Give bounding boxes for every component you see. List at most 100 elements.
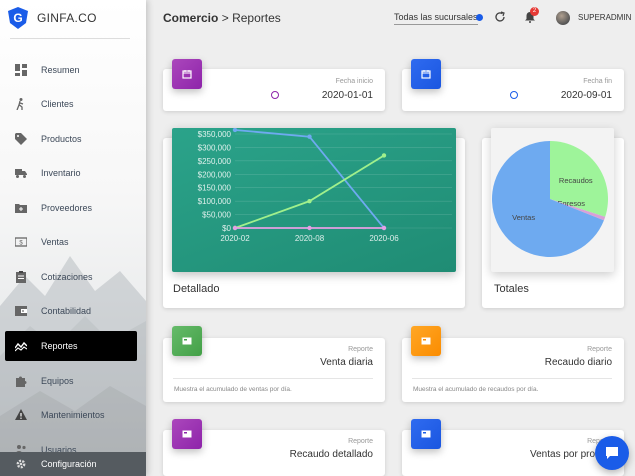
series-point-0 [307,134,312,139]
start-date-radio[interactable] [271,91,279,99]
wallet-icon [15,306,27,316]
report-tile-green [172,326,202,356]
x-tick-label: 2020-02 [220,234,250,243]
y-tick-label: $0 [222,224,231,233]
series-point-1 [381,153,387,158]
pie-chart: RecaudosEgresosVentas [492,141,608,257]
sidebar-item-label: Mantenimientos [41,410,105,420]
report-divider [173,378,373,379]
sidebar-item-productos[interactable]: Productos [5,124,137,154]
report-title: Recaudo detallado [289,449,373,460]
start-date-value[interactable]: 2020-01-01 [322,90,373,101]
sidebar: G GINFA.CO Resumen Clientes Productos In… [0,0,146,476]
x-tick-label: 2020-08 [295,234,325,243]
end-date-value[interactable]: 2020-09-01 [561,90,612,101]
truck-icon [15,169,27,178]
breadcrumb-root[interactable]: Comercio [163,11,218,25]
report-tile-blue [411,419,441,449]
report-title: Venta diaria [320,357,373,368]
brand-name: GINFA.CO [37,11,97,25]
series-point-2 [232,225,238,231]
sidebar-item-label: Clientes [41,99,74,109]
series-line-0 [234,129,385,229]
series-line-1 [234,154,385,229]
notification-badge: 2 [530,7,539,16]
y-tick-label: $200,000 [198,170,232,179]
start-date-tile [172,59,202,89]
y-tick-label: $150,000 [198,184,232,193]
branch-selector[interactable]: Todas las sucursales [394,12,478,25]
end-date-label: Fecha fin [583,78,612,85]
brand-logo-letter: G [13,11,22,25]
sidebar-item-contabilidad[interactable]: Contabilidad [5,296,137,326]
breadcrumb-page: Reportes [232,11,281,25]
sidebar-item-reportes[interactable]: Reportes [5,331,137,361]
report-card-icon [421,337,431,345]
report-card-icon [182,430,192,438]
report-label: Reporte [587,346,612,353]
sidebar-item-label: Proveedores [41,203,93,213]
x-tick-label: 2020-06 [369,234,399,243]
sidebar-item-proveedores[interactable]: Proveedores [5,193,137,223]
sidebar-item-label: Resumen [41,65,80,75]
sidebar-item-label: Cotizaciones [41,272,93,282]
sidebar-item-equipos[interactable]: Equipos [5,366,137,396]
sidebar-item-label: Productos [41,134,82,144]
sidebar-item-mantenimientos[interactable]: Mantenimientos [5,400,137,430]
report-label: Reporte [348,438,373,445]
sidebar-item-label: Ventas [41,237,69,247]
breadcrumb: Comercio > Reportes [163,11,281,25]
warning-icon [15,409,27,420]
totals-chart-title: Totales [494,283,529,295]
sidebar-item-label: Inventario [41,168,81,178]
pie-label-recaudos: Recaudos [559,176,593,185]
dashboard-icon [15,64,27,76]
y-tick-label: $250,000 [198,157,232,166]
folder-plus-icon [15,204,27,213]
y-tick-label: $100,000 [198,197,232,206]
report-label: Reporte [348,346,373,353]
chat-button[interactable] [595,436,629,470]
calendar-icon [182,70,192,79]
end-date-tile [411,59,441,89]
report-tile-purple [172,419,202,449]
gear-icon [16,459,26,469]
detail-chart-panel: $0 $50,000 $100,000 $150,000 $200,000 $250,00… [172,127,456,272]
report-title: Recaudo diario [544,357,612,368]
calendar-icon [421,70,431,79]
sidebar-item-cotizaciones[interactable]: Cotizaciones [5,262,137,292]
breadcrumb-separator: > [221,11,229,25]
brand-logo-icon: G [8,7,28,29]
series-point-1 [307,198,312,204]
report-description: Muestra el acumulado de recaudos por día… [413,386,539,393]
pie-label-ventas: Ventas [512,213,535,222]
clipboard-icon [16,271,26,283]
report-tile-orange [411,326,441,356]
chat-bubble-icon [606,447,618,459]
avatar[interactable] [556,11,570,25]
sidebar-item-label: Reportes [41,341,78,351]
sidebar-item-clientes[interactable]: Clientes [5,89,137,119]
branch-status-dot [476,14,483,21]
start-date-label: Fecha inicio [335,78,373,85]
sidebar-item-ventas[interactable]: $ Ventas [5,227,137,257]
user-name[interactable]: SUPERADMIN [578,13,631,22]
tag-icon [15,133,27,145]
series-point-2 [307,225,312,231]
sidebar-item-resumen[interactable]: Resumen [5,55,137,85]
y-tick-label: $300,000 [198,143,232,152]
sidebar-item-inventario[interactable]: Inventario [5,158,137,188]
end-date-radio[interactable] [510,91,518,99]
report-description: Muestra el acumulado de ventas por día. [174,386,292,393]
report-divider [412,378,612,379]
brand-divider [10,38,130,39]
brand[interactable]: G GINFA.CO [8,6,97,30]
person-walking-icon [16,98,24,110]
totals-chart-panel: Recaudos Egresos Ventas [491,128,614,272]
sidebar-item-configuracion[interactable]: Configuración [0,452,146,476]
report-title: Ventas por prod [530,449,601,460]
y-tick-label: $350,000 [198,130,232,139]
refresh-icon[interactable] [494,11,506,23]
puzzle-icon [16,376,27,387]
sidebar-item-label: Configuración [41,459,97,469]
